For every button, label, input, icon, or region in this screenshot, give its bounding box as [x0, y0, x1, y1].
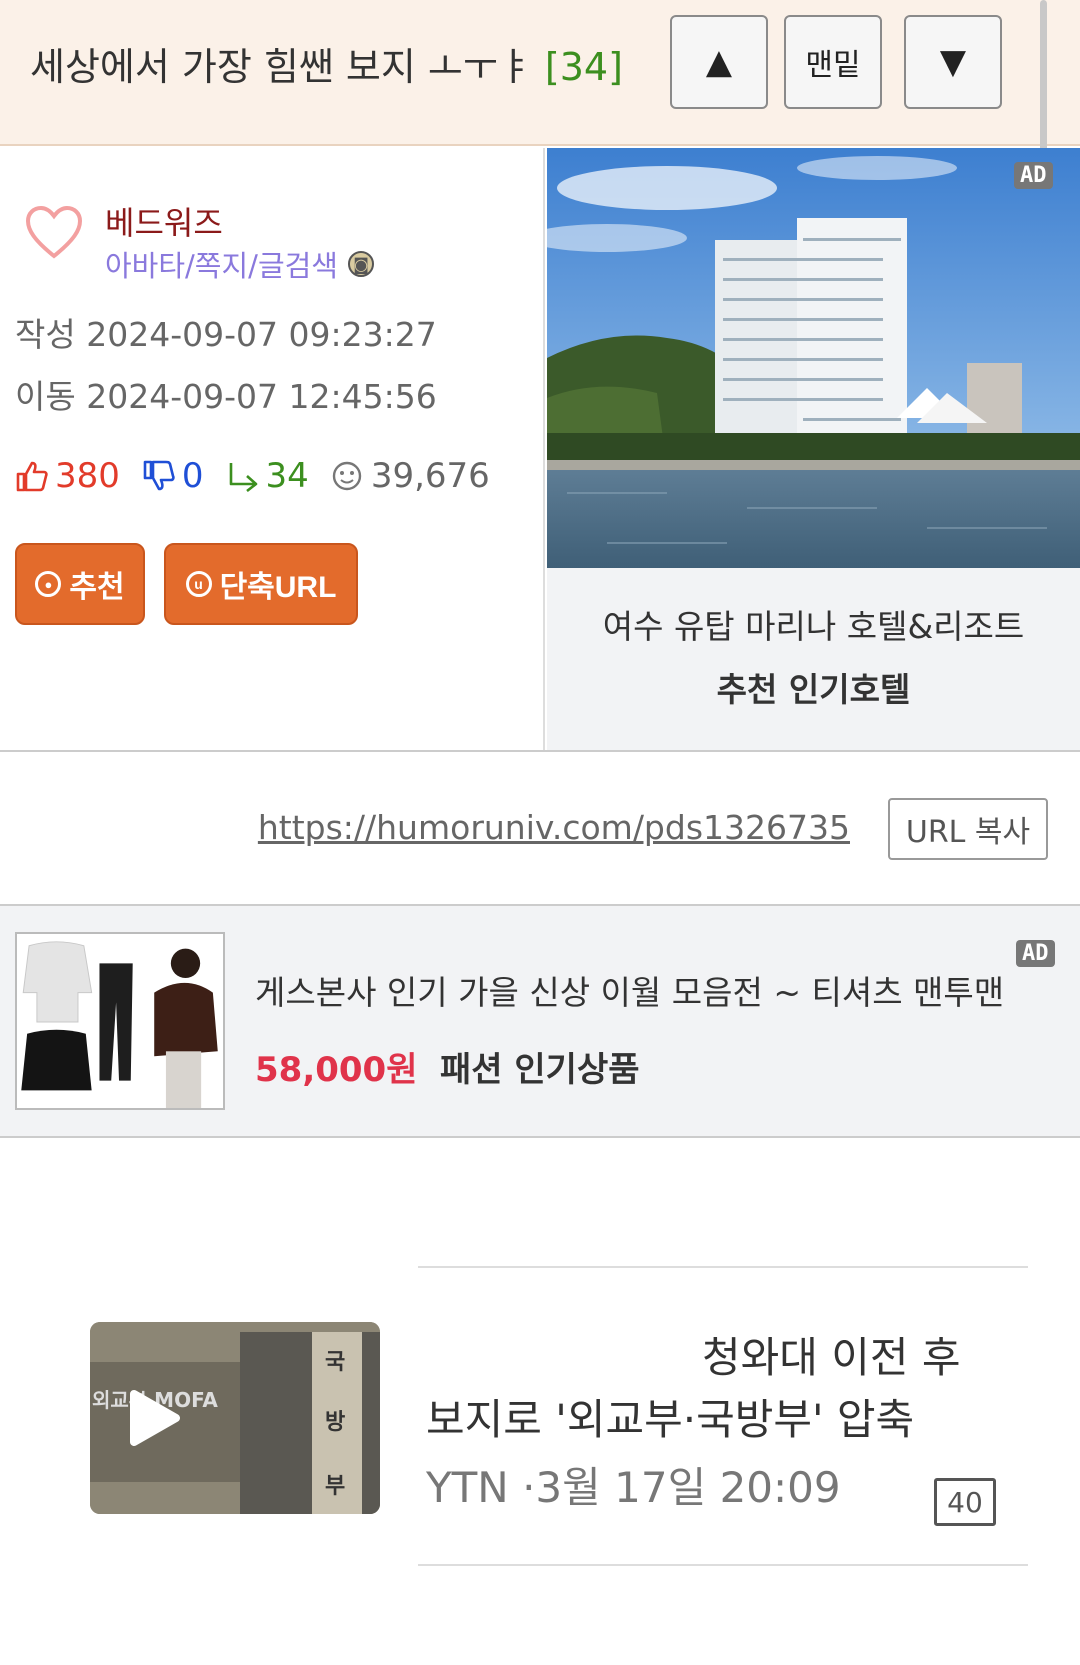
product-category: 패션 인기상품 — [440, 1050, 640, 1090]
short-url-label: 단축URL — [219, 571, 337, 604]
hotel-photo[interactable] — [547, 148, 1080, 568]
view-count: 39,676 — [370, 456, 490, 496]
sign-char: 국 — [325, 1350, 346, 1375]
like-count: 380 — [55, 456, 120, 496]
view-count-icon — [332, 461, 362, 491]
shopping-ad[interactable]: AD 게스본사 인기 가을 신상 이월 모음전 ~ 티셔츠 맨투맨 58,000… — [0, 906, 1080, 1136]
scrollbar[interactable] — [1040, 0, 1047, 160]
level-badge-icon: ◙ — [347, 251, 374, 277]
news-video-thumbnail[interactable]: 외교부 MOFA 국 방 부 — [90, 1322, 380, 1514]
url-row: https://humoruniv.com/pds1326735 URL 복사 — [0, 752, 1080, 902]
news-card[interactable]: 외교부 MOFA 국 방 부 청와대 이전 후 보지로 '외교부·국방부' 압축… — [22, 1218, 1042, 1598]
dislike-count: 0 — [181, 456, 204, 496]
scroll-bottom-button[interactable]: 맨밑 — [784, 15, 882, 109]
short-url-button[interactable]: u 단축URL — [164, 543, 358, 625]
product-price: 58,000원 — [255, 1050, 418, 1090]
scroll-up-button[interactable]: ▲ — [670, 15, 768, 109]
post-title-text: 세상에서 가장 힘쌘 보지 ㅗㅜㅑ — [30, 45, 533, 89]
heart-icon[interactable] — [24, 204, 84, 260]
author-nickname[interactable]: 베드워즈 — [105, 198, 223, 244]
comment-count[interactable]: [34] — [545, 45, 623, 89]
news-source-time: YTN ·3월 17일 20:09 — [426, 1463, 841, 1512]
hotel-subtitle: 추천 인기호텔 — [716, 670, 911, 709]
scroll-down-button[interactable]: ▼ — [904, 15, 1002, 109]
down-arrow-icon: ▼ — [939, 42, 967, 82]
product-title[interactable]: 게스본사 인기 가을 신상 이월 모음전 ~ 티셔츠 맨투맨 — [255, 966, 1025, 1014]
sign-char: 방 — [325, 1410, 346, 1435]
recommend-button[interactable]: ● 추천 — [15, 543, 145, 625]
short-url-icon: u — [185, 571, 212, 597]
news-title-line1[interactable]: 청와대 이전 후 — [702, 1324, 961, 1385]
news-title-line2[interactable]: 보지로 '외교부·국방부' 압축 — [426, 1386, 914, 1447]
product-thumbnail[interactable] — [15, 932, 225, 1110]
sign-char: 부 — [325, 1474, 346, 1499]
post-info-box: 베드워즈 아바타/쪽지/글검색 ◙ 작성 2024-09-07 09:23:27… — [0, 148, 545, 750]
thumbs-up-icon — [16, 461, 48, 492]
thumbs-down-icon — [143, 460, 175, 491]
news-comment-count[interactable]: 40 — [934, 1478, 996, 1526]
recommend-icon: ● — [35, 571, 62, 597]
divider — [0, 1136, 1080, 1138]
news-divider — [418, 1266, 1028, 1268]
hotel-ad[interactable]: AD 여수 유탑 마리나 호텔&리조트 추천 인기호텔 — [547, 148, 1080, 750]
recommend-label: 추천 — [69, 571, 125, 604]
post-url-link[interactable]: https://humoruniv.com/pds1326735 — [258, 808, 850, 847]
moved-date: 이동 2024-09-07 12:45:56 — [15, 377, 437, 416]
ad-tag: AD — [1016, 940, 1055, 967]
news-divider — [418, 1564, 1028, 1566]
written-date: 작성 2024-09-07 09:23:27 — [15, 315, 437, 354]
reply-count: 34 — [265, 456, 309, 496]
up-arrow-icon: ▲ — [705, 42, 733, 82]
play-icon[interactable] — [118, 1384, 186, 1452]
copy-url-button[interactable]: URL 복사 — [888, 798, 1048, 860]
author-links-text[interactable]: 아바타/쪽지/글검색 — [105, 243, 338, 285]
post-header: 세상에서 가장 힘쌘 보지 ㅗㅜㅑ [34] ▲ 맨밑 ▼ — [0, 0, 1080, 146]
post-stats: 380 0 34 39,676 — [15, 456, 490, 496]
post-title: 세상에서 가장 힘쌘 보지 ㅗㅜㅑ [34] — [30, 36, 623, 91]
author-links: 아바타/쪽지/글검색 ◙ — [105, 243, 374, 285]
hotel-name[interactable]: 여수 유탑 마리나 호텔&리조트 — [547, 600, 1080, 648]
reply-arrow-icon — [229, 463, 257, 492]
ad-tag: AD — [1014, 162, 1053, 189]
